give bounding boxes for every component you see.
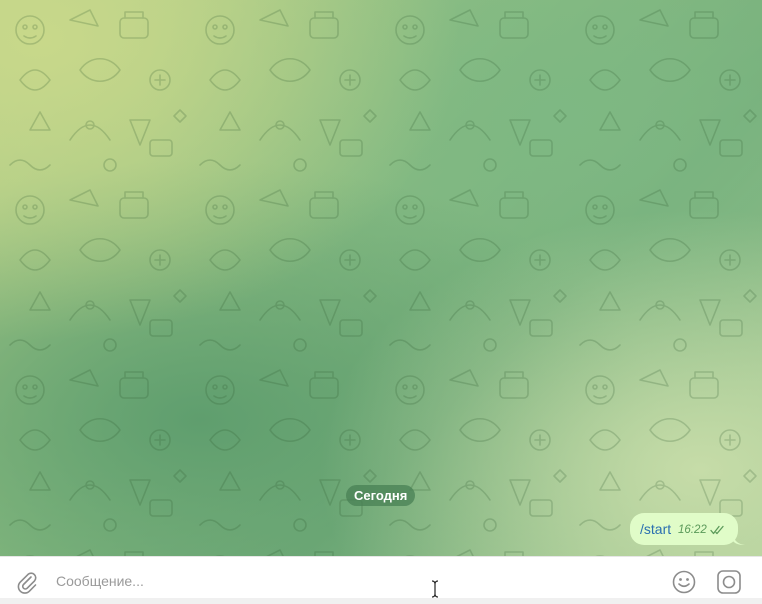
message-text-command[interactable]: /start (640, 521, 671, 537)
bubble-tail (733, 535, 745, 545)
composer-bar (0, 556, 762, 604)
paperclip-icon[interactable] (14, 569, 40, 595)
message-input[interactable] (56, 570, 616, 592)
camera-icon[interactable] (716, 569, 742, 595)
chat-background: Сегодня /start 16:22 (0, 0, 762, 556)
double-check-icon (710, 525, 724, 535)
text-cursor-icon (431, 580, 439, 598)
message-bubble-outgoing[interactable]: /start 16:22 (630, 513, 738, 545)
date-separator: Сегодня (346, 485, 416, 506)
emoji-icon[interactable] (671, 569, 697, 595)
message-time: 16:22 (678, 524, 707, 536)
composer-bottom-strip (0, 598, 762, 604)
doodle-pattern (0, 0, 762, 556)
